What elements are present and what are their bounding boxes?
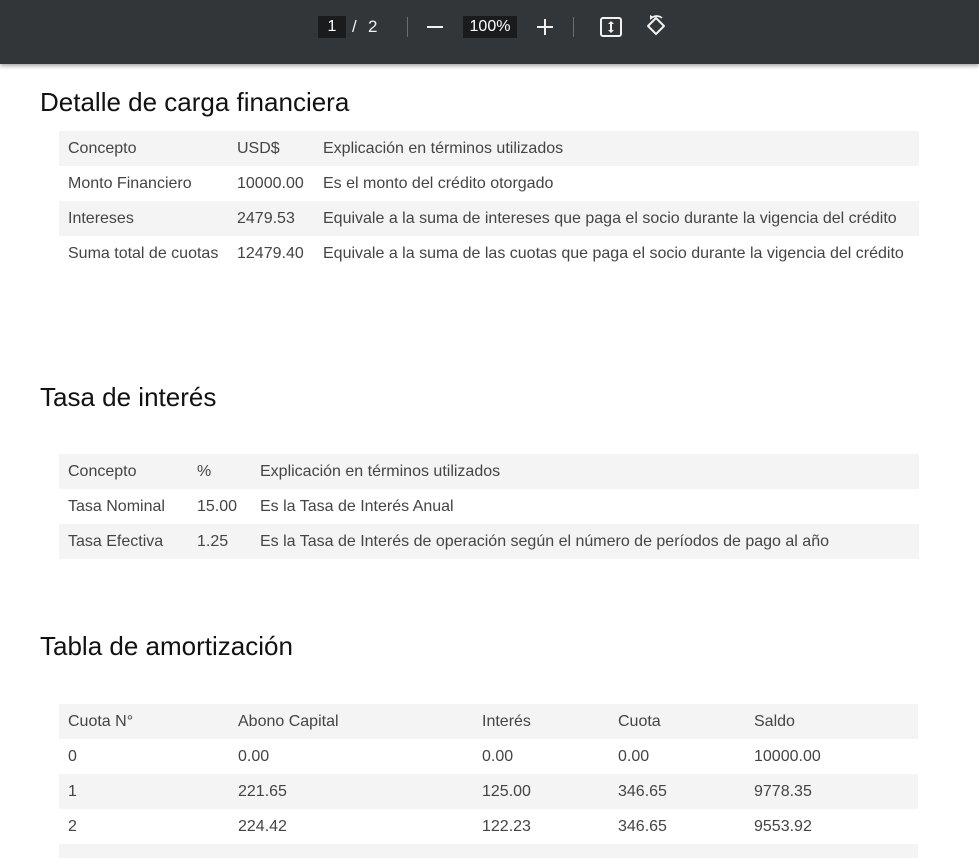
page-number-input[interactable]: 1 xyxy=(318,16,346,38)
table-cell: Es la Tasa de Interés de operación según… xyxy=(251,524,919,559)
amortization-table: Cuota N° Abono Capital Interés Cuota Sal… xyxy=(59,704,918,858)
header-cell: Interés xyxy=(473,704,609,739)
table-cell: 0.00 xyxy=(238,748,270,765)
zoom-out-button[interactable] xyxy=(425,17,445,37)
table-row: Suma total de cuotas 12479.40 Equivale a… xyxy=(59,236,919,271)
table-cell: Tasa Nominal xyxy=(68,498,165,515)
table-cell: 15.00 xyxy=(197,498,238,515)
table-cell: 10000.00 xyxy=(237,175,304,192)
table-cell: Intereses xyxy=(59,201,228,236)
table-cell: Es la Tasa de Interés Anual xyxy=(260,498,454,515)
table-cell: 9553.92 xyxy=(754,818,812,835)
table-cell: Equivale a la suma de intereses que paga… xyxy=(314,201,919,236)
table-header-row: Concepto USD$ Explicación en términos ut… xyxy=(59,131,919,166)
pdf-toolbar: 1 / 2 100% xyxy=(0,0,979,64)
carga-table: Concepto USD$ Explicación en términos ut… xyxy=(59,131,919,271)
table-cell: 125.00 xyxy=(473,774,609,809)
header-cell: Concepto xyxy=(59,454,188,489)
minus-icon xyxy=(427,26,443,28)
zoom-level-input[interactable]: 100% xyxy=(463,16,517,38)
header-cell: USD$ xyxy=(228,131,314,166)
table-cell xyxy=(229,844,473,858)
table-cell xyxy=(473,844,609,858)
table-cell: 346.65 xyxy=(618,818,667,835)
page-total: 2 xyxy=(368,17,378,36)
table-row: Tasa Nominal 15.00 Es la Tasa de Interés… xyxy=(59,489,919,524)
table-cell: 0.00 xyxy=(482,748,514,765)
table-cell: 2479.53 xyxy=(228,201,314,236)
document-page: Detalle de carga financiera Concepto USD… xyxy=(0,64,979,858)
section-title-carga: Detalle de carga financiera xyxy=(40,87,350,117)
tasa-table: Concepto % Explicación en términos utili… xyxy=(59,454,919,559)
table-row-partial xyxy=(59,844,918,858)
header-cell: Abono Capital xyxy=(229,704,473,739)
table-cell: 1.25 xyxy=(188,524,251,559)
table-row: Intereses 2479.53 Equivale a la suma de … xyxy=(59,201,919,236)
table-cell: Es el monto del crédito otorgado xyxy=(323,175,554,192)
toolbar-divider xyxy=(407,17,408,37)
zoom-in-button[interactable] xyxy=(535,17,555,37)
section-title-amortizacion: Tabla de amortización xyxy=(40,631,293,661)
rotate-button[interactable] xyxy=(644,14,668,38)
table-cell: 221.65 xyxy=(229,774,473,809)
header-cell: Cuota xyxy=(609,704,745,739)
table-cell: 2 xyxy=(68,818,77,835)
header-cell: Explicación en términos utilizados xyxy=(314,131,919,166)
fit-to-page-button[interactable] xyxy=(599,15,623,39)
table-header-row: Cuota N° Abono Capital Interés Cuota Sal… xyxy=(59,704,918,739)
table-cell: 12479.40 xyxy=(237,245,304,262)
rotate-counterclockwise-icon xyxy=(647,15,665,35)
table-cell: Monto Financiero xyxy=(68,175,192,192)
header-cell: Cuota N° xyxy=(59,704,229,739)
table-cell: 0.00 xyxy=(618,748,650,765)
table-cell: 10000.00 xyxy=(754,748,821,765)
table-header-row: Concepto % Explicación en términos utili… xyxy=(59,454,919,489)
header-cell: % xyxy=(188,454,251,489)
table-cell: 122.23 xyxy=(482,818,531,835)
table-row: Monto Financiero 10000.00 Es el monto de… xyxy=(59,166,919,201)
table-row: Tasa Efectiva 1.25 Es la Tasa de Interés… xyxy=(59,524,919,559)
table-cell: Equivale a la suma de las cuotas que pag… xyxy=(323,245,904,262)
table-cell xyxy=(745,844,918,858)
table-cell: 0 xyxy=(68,748,77,765)
fit-page-icon xyxy=(600,17,622,37)
table-cell: Suma total de cuotas xyxy=(68,245,219,262)
table-cell xyxy=(59,844,229,858)
table-cell: 9778.35 xyxy=(745,774,918,809)
table-cell: 224.42 xyxy=(238,818,287,835)
table-row: 0 0.00 0.00 0.00 10000.00 xyxy=(59,739,918,774)
section-title-tasa: Tasa de interés xyxy=(40,382,217,412)
table-row: 1 221.65 125.00 346.65 9778.35 xyxy=(59,774,918,809)
page-separator: / xyxy=(352,17,357,36)
toolbar-divider xyxy=(573,17,574,37)
plus-icon xyxy=(537,19,553,35)
table-cell: 346.65 xyxy=(609,774,745,809)
table-row: 2 224.42 122.23 346.65 9553.92 xyxy=(59,809,918,844)
header-cell: Saldo xyxy=(745,704,918,739)
header-cell: Explicación en términos utilizados xyxy=(251,454,919,489)
table-cell xyxy=(609,844,745,858)
table-cell: 1 xyxy=(59,774,229,809)
table-cell: Tasa Efectiva xyxy=(59,524,188,559)
header-cell: Concepto xyxy=(59,131,228,166)
